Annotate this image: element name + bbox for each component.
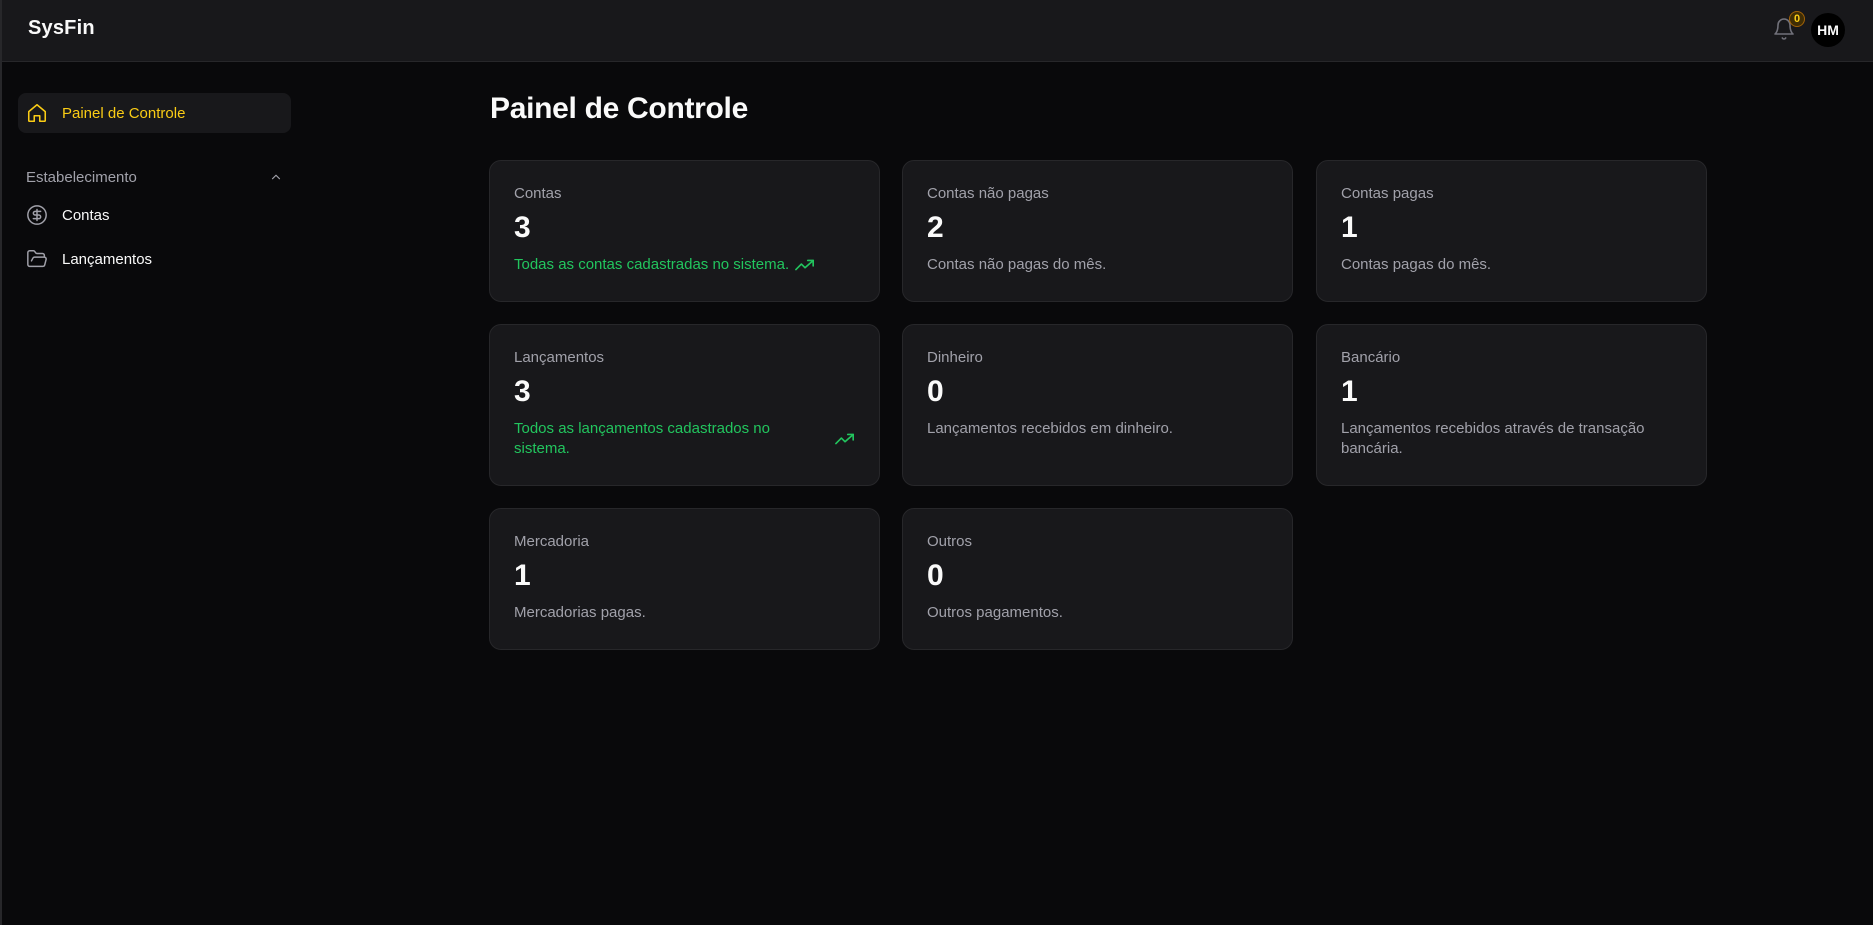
sidebar: Painel de Controle Estabelecimento Conta… [18,93,291,281]
sidebar-item-label: Painel de Controle [62,104,186,122]
stat-card-lancamentos: Lançamentos 3 Todos as lançamentos cadas… [489,324,880,486]
trending-up-icon [835,433,854,445]
card-description: Lançamentos recebidos em dinheiro. [927,420,1173,437]
stat-card-contas-pagas: Contas pagas 1 Contas pagas do mês. [1316,160,1707,302]
top-bar: SysFin 0 HM [0,0,1873,62]
stat-card-dinheiro: Dinheiro 0 Lançamentos recebidos em dinh… [902,324,1293,486]
card-title: Mercadoria [514,533,590,550]
folder-open-icon [27,250,47,268]
card-title: Contas pagas [1341,185,1434,202]
sidebar-item-lancamentos[interactable]: Lançamentos [18,237,291,281]
stat-card-mercadoria: Mercadoria 1 Mercadorias pagas. [489,508,880,650]
trending-up-icon [795,259,815,271]
card-value: 1 [1341,211,1358,244]
sidebar-section-label: Estabelecimento [26,168,137,186]
card-description: Outros pagamentos. [927,604,1063,621]
card-description-text: Todos as lançamentos cadastrados no sist… [514,420,770,457]
sidebar-item-label: Contas [62,206,110,224]
card-value: 1 [514,559,531,592]
sidebar-item-label: Lançamentos [62,250,153,268]
home-icon [27,103,47,123]
notification-badge: 0 [1789,11,1805,27]
sidebar-item-painel-de-controle[interactable]: Painel de Controle [18,93,291,133]
card-description: Lançamentos recebidos através de transaç… [1341,420,1645,457]
card-value: 1 [1341,375,1358,408]
card-description: Contas pagas do mês. [1341,256,1492,273]
stat-card-contas-nao-pagas: Contas não pagas 2 Contas não pagas do m… [902,160,1293,302]
card-title: Bancário [1341,349,1401,366]
stat-card-outros: Outros 0 Outros pagamentos. [902,508,1293,650]
brand-logo[interactable]: SysFin [28,17,95,40]
card-title: Dinheiro [927,349,983,366]
stat-card-contas: Contas 3 Todas as contas cadastradas no … [489,160,880,302]
dollar-circle-icon [27,205,47,225]
card-value: 2 [927,211,944,244]
card-description: Contas não pagas do mês. [927,256,1107,273]
card-value: 3 [514,211,531,244]
card-description: Todas as contas cadastradas no sistema. [514,255,855,275]
card-title: Outros [927,533,973,550]
card-description: Mercadorias pagas. [514,604,646,621]
card-value: 3 [514,375,531,408]
card-description-text: Todas as contas cadastradas no sistema. [514,256,790,273]
card-title: Lançamentos [514,349,605,366]
card-title: Contas [514,185,562,202]
stat-card-bancario: Bancário 1 Lançamentos recebidos através… [1316,324,1707,486]
sidebar-section-estabelecimento[interactable]: Estabelecimento [18,161,291,193]
card-value: 0 [927,375,944,408]
card-title: Contas não pagas [927,185,1049,202]
left-border [0,62,2,925]
sidebar-item-contas[interactable]: Contas [18,193,291,237]
page-title: Painel de Controle [490,92,748,125]
card-value: 0 [927,559,944,592]
card-description: Todos as lançamentos cadastrados no sist… [514,419,855,459]
avatar[interactable]: HM [1811,13,1845,47]
chevron-up-icon [271,174,281,180]
